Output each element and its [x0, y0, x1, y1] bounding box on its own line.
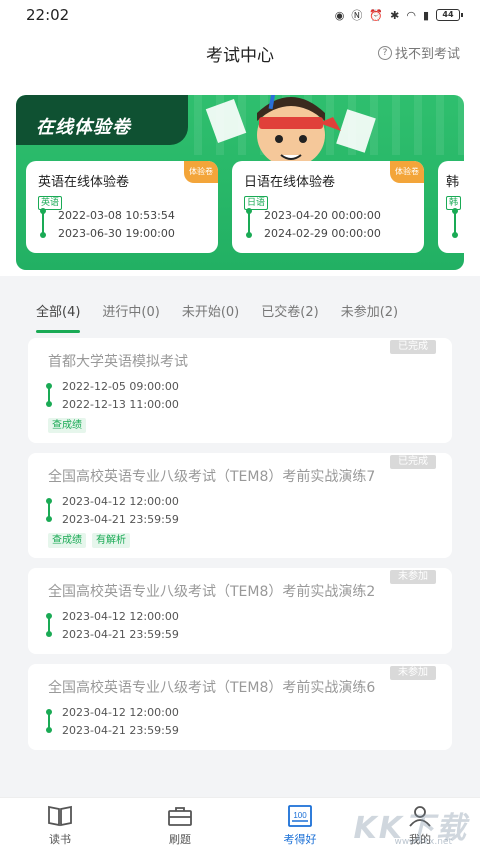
trial-card-title: 英语在线体验卷	[38, 175, 130, 190]
list-item[interactable]: 已完成 首都大学英语模拟考试 2022-12-05 09:00:00 2022-…	[28, 338, 452, 443]
tab-not-started[interactable]: 未开始(0)	[182, 301, 239, 320]
exam-title: 全国高校英语专业八级考试（TEM8）考前实战演练6	[48, 680, 376, 696]
watermark-url: www.kkx.net	[394, 837, 453, 847]
help-label: 找不到考试	[394, 47, 460, 62]
help-link[interactable]: ? 找不到考试	[377, 43, 460, 62]
status-badge: 已完成	[390, 455, 436, 469]
exam-dates: 2023-04-12 12:00:00 2023-04-21 23:59:59	[46, 704, 432, 740]
nav-exam[interactable]: 100 考得好	[260, 804, 340, 847]
start-date: 2023-04-12 12:00:00	[62, 495, 179, 508]
filter-tabs: 全部(4) 进行中(0) 未开始(0) 已交卷(2) 未参加(2)	[0, 290, 480, 333]
end-date: 2024-02-29 00:00:00	[264, 227, 381, 240]
exam-title: 首都大学英语模拟考试	[48, 354, 188, 370]
timeline-icon	[46, 613, 52, 637]
list-item[interactable]: 未参加 全国高校英语专业八级考试（TEM8）考前实战演练6 2023-04-12…	[28, 664, 452, 750]
exam-dates: 2022-12-05 09:00:00 2022-12-13 11:00:00	[46, 378, 432, 414]
start-date: 2023-04-12 12:00:00	[62, 706, 179, 719]
trial-badge: 体验卷	[184, 161, 218, 183]
exam-dates: 2023-04-12 12:00:00 2023-04-21 23:59:59	[46, 608, 432, 644]
end-date: 2023-04-21 23:59:59	[62, 628, 179, 641]
nav-label: 刷题	[169, 833, 191, 846]
view-analysis-button[interactable]: 有解析	[92, 533, 130, 548]
start-date: 2022-03-08 10:53:54	[58, 209, 175, 222]
end-date: 2023-04-21 23:59:59	[62, 513, 179, 526]
wifi-icon: ◠	[406, 8, 416, 22]
trial-banner: 在线体验卷 英语在线体验卷 英语 体验卷 2022-03-08 10:53:54…	[16, 95, 464, 270]
action-row: 查成绩	[48, 418, 432, 433]
status-badge: 已完成	[390, 340, 436, 354]
exam-dates: 2023-04-12 12:00:00 2023-04-21 23:59:59	[46, 493, 432, 529]
exam-list: 已完成 首都大学英语模拟考试 2022-12-05 09:00:00 2022-…	[28, 338, 452, 760]
exam-title: 全国高校英语专业八级考试（TEM8）考前实战演练7	[48, 469, 376, 485]
timeline-icon	[246, 208, 252, 238]
start-date: 2022-12-05 09:00:00	[62, 380, 179, 393]
trial-cards-row: 英语在线体验卷 英语 体验卷 2022-03-08 10:53:54 2023-…	[26, 161, 464, 253]
score-100-icon: 100	[288, 805, 312, 827]
battery-icon: 44	[436, 9, 463, 21]
tab-submitted[interactable]: 已交卷(2)	[261, 301, 318, 320]
status-badge: 未参加	[390, 570, 436, 584]
bluetooth-icon: ✱	[390, 8, 400, 22]
end-date: 2023-06-30 19:00:00	[58, 227, 175, 240]
timeline-icon	[452, 208, 458, 238]
timeline-icon	[46, 709, 52, 733]
timeline-icon	[40, 208, 46, 238]
trial-badge: 体验卷	[390, 161, 424, 183]
tab-all[interactable]: 全部(4)	[36, 301, 81, 333]
status-icons: ◉ Ⓝ ⏰ ✱ ◠ ▮ 44	[334, 7, 463, 23]
header: 考试中心 ? 找不到考试	[0, 30, 480, 76]
question-icon: ?	[377, 45, 392, 60]
nav-practice[interactable]: 刷题	[140, 804, 220, 847]
trial-card-title: 韩	[446, 175, 460, 190]
start-date: 2023-04-12 12:00:00	[62, 610, 179, 623]
list-item[interactable]: 已完成 全国高校英语专业八级考试（TEM8）考前实战演练7 2023-04-12…	[28, 453, 452, 558]
start-date: 2023-04-20 00:00:00	[264, 209, 381, 222]
status-badge: 未参加	[390, 666, 436, 680]
briefcase-icon	[168, 807, 192, 826]
trial-card-japanese[interactable]: 日语在线体验卷 日语 体验卷 2023-04-20 00:00:00 2024-…	[232, 161, 424, 253]
view-score-button[interactable]: 查成绩	[48, 533, 86, 548]
tab-not-attended[interactable]: 未参加(2)	[341, 301, 398, 320]
end-date: 2023-04-21 23:59:59	[62, 724, 179, 737]
end-date: 2022-12-13 11:00:00	[62, 398, 179, 411]
page-title: 考试中心	[206, 45, 274, 66]
timeline-icon	[46, 498, 52, 522]
trial-card-title: 日语在线体验卷	[244, 175, 336, 190]
banner-title: 在线体验卷	[36, 117, 131, 138]
eye-icon: ◉	[334, 8, 345, 22]
nav-read[interactable]: 读书	[20, 804, 100, 847]
action-row: 查成绩 有解析	[48, 533, 432, 548]
timeline-icon	[46, 383, 52, 407]
signal-icon: ▮	[422, 8, 429, 22]
status-bar: 22:02 ◉ Ⓝ ⏰ ✱ ◠ ▮ 44	[0, 0, 480, 30]
svg-text:100: 100	[293, 811, 307, 820]
trial-card-korean[interactable]: 韩 韩	[438, 161, 464, 253]
tab-in-progress[interactable]: 进行中(0)	[102, 301, 159, 320]
nfc-icon: Ⓝ	[351, 9, 363, 22]
status-time: 22:02	[26, 6, 70, 24]
book-icon	[48, 805, 72, 827]
nav-label: 考得好	[283, 833, 317, 846]
trial-card-english[interactable]: 英语在线体验卷 英语 体验卷 2022-03-08 10:53:54 2023-…	[26, 161, 218, 253]
alarm-icon: ⏰	[369, 8, 384, 22]
nav-label: 读书	[49, 833, 71, 846]
exam-title: 全国高校英语专业八级考试（TEM8）考前实战演练2	[48, 584, 376, 600]
view-score-button[interactable]: 查成绩	[48, 418, 86, 433]
list-item[interactable]: 未参加 全国高校英语专业八级考试（TEM8）考前实战演练2 2023-04-12…	[28, 568, 452, 654]
